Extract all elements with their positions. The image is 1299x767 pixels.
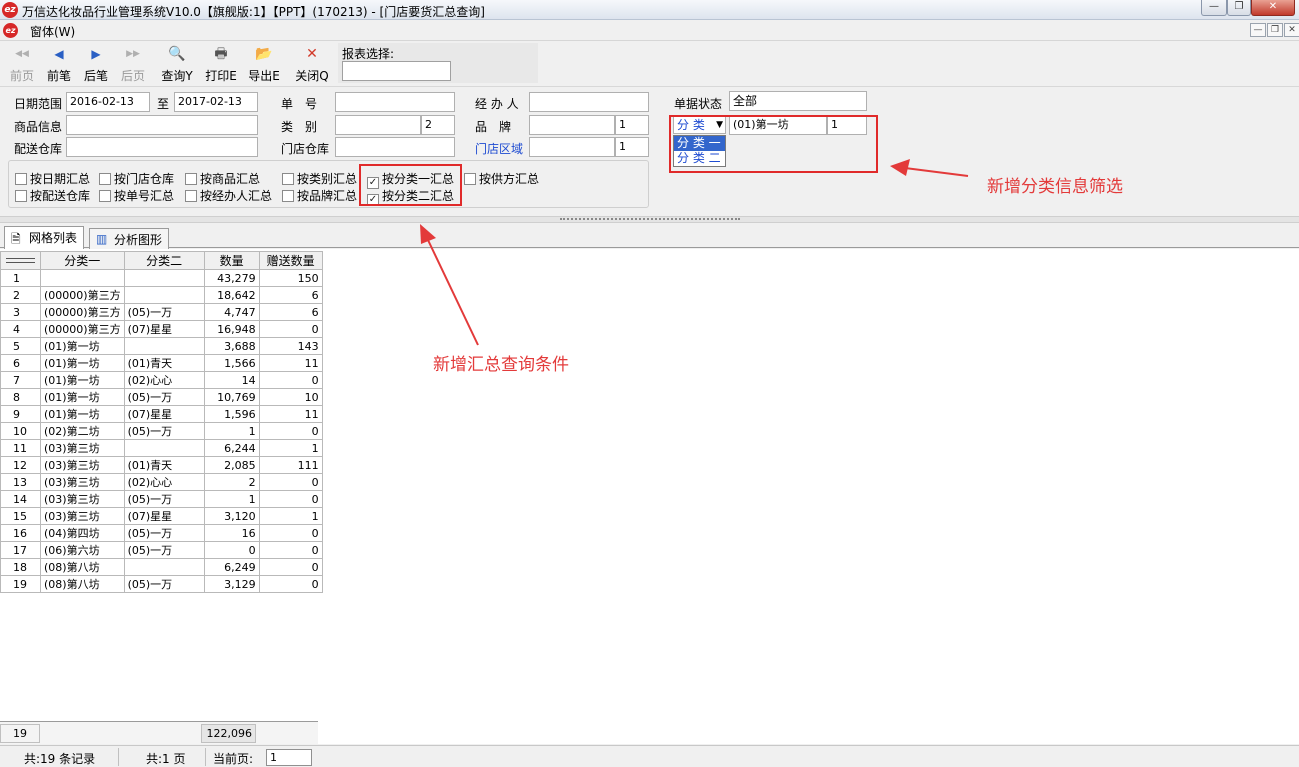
footer-total-quantity: 122,096: [201, 724, 256, 743]
status-bar: 共:19 条记录 共:1 页 当前页: 1: [0, 745, 1299, 767]
grid-footer-row: 19 122,096: [0, 721, 318, 744]
arrow-to-summary-options: [420, 224, 479, 346]
footer-count: 19: [0, 724, 40, 743]
current-page-input[interactable]: 1: [266, 749, 312, 766]
status-current-page-label: 当前页:: [213, 752, 254, 766]
annotation-arrows: [420, 159, 969, 346]
status-page-count: 共:1 页: [146, 752, 186, 766]
status-record-count: 共:19 条记录: [24, 752, 96, 766]
arrow-to-classify-filter: [890, 159, 969, 177]
